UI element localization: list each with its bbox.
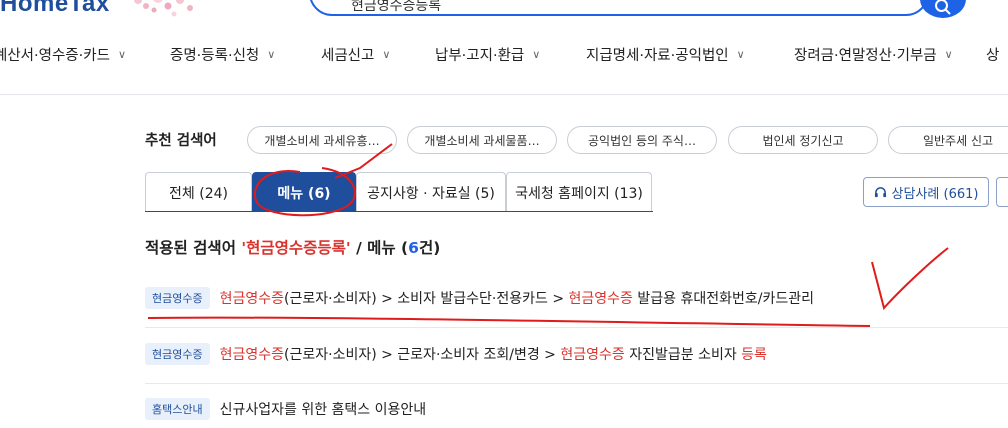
applied-suffix: 건) bbox=[418, 239, 441, 257]
tab-all[interactable]: 전체 (24) bbox=[145, 172, 252, 212]
tab-underline bbox=[145, 211, 653, 212]
chevron-down-icon: ∨ bbox=[532, 48, 541, 61]
gnb-item-certificates[interactable]: 증명·등록·신청 ∨ bbox=[170, 44, 275, 65]
chevron-down-icon: ∨ bbox=[382, 48, 391, 61]
search-input[interactable] bbox=[349, 0, 853, 14]
gnb-item-statements[interactable]: 지급명세·자료·공익법인 ∨ bbox=[586, 44, 745, 65]
recommend-label: 추천 검색어 bbox=[145, 133, 217, 149]
chevron-down-icon: ∨ bbox=[736, 48, 745, 61]
result-link[interactable]: 현금영수증(근로자·소비자) > 근로자·소비자 조회/변경 > 현금영수증 자… bbox=[220, 344, 767, 364]
result-link[interactable]: 신규사업자를 위한 홈택스 이용안내 bbox=[220, 399, 427, 419]
applied-keyword: '현금영수증등록' bbox=[241, 239, 351, 257]
result-row[interactable]: 홈택스안내 신규사업자를 위한 홈택스 이용안내 bbox=[145, 396, 426, 422]
search-box[interactable] bbox=[309, 0, 929, 16]
gnb-item-tax-return[interactable]: 세금신고 ∨ bbox=[321, 44, 390, 65]
more-button[interactable] bbox=[996, 177, 1008, 207]
chevron-down-icon: ∨ bbox=[944, 48, 953, 61]
recommend-chip[interactable]: 개별소비세 과세유흥… bbox=[247, 126, 397, 154]
highlighted-keyword: 현금영수증 bbox=[219, 291, 285, 307]
consult-cases-button[interactable]: 상담사례 (661) bbox=[863, 177, 989, 207]
gnb-label: 계산서·영수증·카드 bbox=[0, 48, 110, 64]
cherry-blossom-decoration bbox=[134, 0, 193, 17]
result-text-part: 자진발급분 소비자 bbox=[624, 347, 742, 363]
gnb-label: 세금신고 bbox=[321, 48, 375, 64]
gnb-item-receipts[interactable]: 계산서·영수증·카드 ∨ bbox=[0, 44, 126, 65]
category-badge: 현금영수증 bbox=[145, 287, 210, 309]
gnb-divider bbox=[0, 94, 1008, 95]
global-nav: 계산서·영수증·카드 ∨ 증명·등록·신청 ∨ 세금신고 ∨ 납부·고지·환급 ∨ 지급… bbox=[0, 44, 1008, 70]
consult-label: 상담사례 (661) bbox=[891, 186, 979, 202]
gnb-label: 지급명세·자료·공익법인 bbox=[586, 48, 729, 64]
check-annotation-large bbox=[871, 247, 949, 311]
gnb-label: 상 bbox=[986, 48, 1000, 64]
gnb-item-more[interactable]: 상 bbox=[986, 44, 999, 65]
result-link[interactable]: 현금영수증(근로자·소비자) > 소비자 발급수단·전용카드 > 현금영수증 발… bbox=[220, 288, 814, 308]
category-badge: 현금영수증 bbox=[145, 343, 210, 365]
applied-search-summary: 적용된 검색어 '현금영수증등록' / 메뉴 (6건) bbox=[145, 236, 440, 258]
applied-prefix: 적용된 검색어 bbox=[145, 239, 242, 257]
gnb-item-payment[interactable]: 납부·고지·환급 ∨ bbox=[435, 44, 540, 65]
result-row[interactable]: 현금영수증 현금영수증(근로자·소비자) > 소비자 발급수단·전용카드 > 현금… bbox=[145, 285, 814, 311]
result-text-part: (근로자·소비자) > 근로자·소비자 조회/변경 > bbox=[284, 347, 561, 363]
result-text-part: 발급용 휴대전화번호/카드관리 bbox=[632, 291, 814, 307]
tab-notices[interactable]: 공지사항 · 자료실 (5) bbox=[356, 172, 506, 212]
chevron-down-icon: ∨ bbox=[117, 48, 126, 61]
result-text-part: (근로자·소비자) > 소비자 발급수단·전용카드 > bbox=[284, 291, 569, 307]
gnb-item-incentives[interactable]: 장려금·연말정산·기부금 ∨ bbox=[794, 44, 953, 65]
highlighted-keyword: 현금영수증 bbox=[568, 291, 633, 307]
gnb-label: 장려금·연말정산·기부금 bbox=[794, 48, 937, 64]
highlighted-keyword: 현금영수증 bbox=[560, 347, 625, 363]
recommend-chip[interactable]: 법인세 정기신고 bbox=[728, 126, 878, 154]
highlighted-keyword: 등록 bbox=[741, 347, 767, 363]
result-text-part: 신규사업자를 위한 홈택스 이용안내 bbox=[219, 402, 427, 418]
gnb-label: 납부·고지·환급 bbox=[435, 48, 525, 64]
headset-icon bbox=[874, 186, 886, 197]
category-badge: 홈택스안내 bbox=[145, 398, 210, 420]
highlighted-keyword: 현금영수증 bbox=[219, 347, 285, 363]
tab-nts-homepage[interactable]: 국세청 홈페이지 (13) bbox=[506, 172, 652, 212]
hometax-logo[interactable]: HomeTax bbox=[0, 0, 110, 20]
recommend-chip[interactable]: 일반주세 신고 bbox=[888, 126, 1008, 154]
recommend-chip[interactable]: 개별소비세 과세물품… bbox=[407, 126, 557, 154]
tab-menu[interactable]: 메뉴 (6) bbox=[252, 172, 356, 212]
gnb-label: 증명·등록·신청 bbox=[170, 48, 260, 64]
underline-annotation bbox=[147, 316, 871, 327]
search-icon bbox=[935, 0, 951, 15]
applied-count: 6 bbox=[408, 239, 419, 257]
applied-middle: / 메뉴 ( bbox=[350, 239, 409, 257]
result-row[interactable]: 현금영수증 현금영수증(근로자·소비자) > 근로자·소비자 조회/변경 > 현금… bbox=[145, 341, 767, 367]
recommend-chip[interactable]: 공익법인 등의 주식… bbox=[567, 126, 717, 154]
chevron-down-icon: ∨ bbox=[267, 48, 276, 61]
search-button[interactable] bbox=[920, 0, 966, 18]
row-divider bbox=[145, 327, 1008, 328]
row-divider bbox=[145, 383, 1008, 384]
